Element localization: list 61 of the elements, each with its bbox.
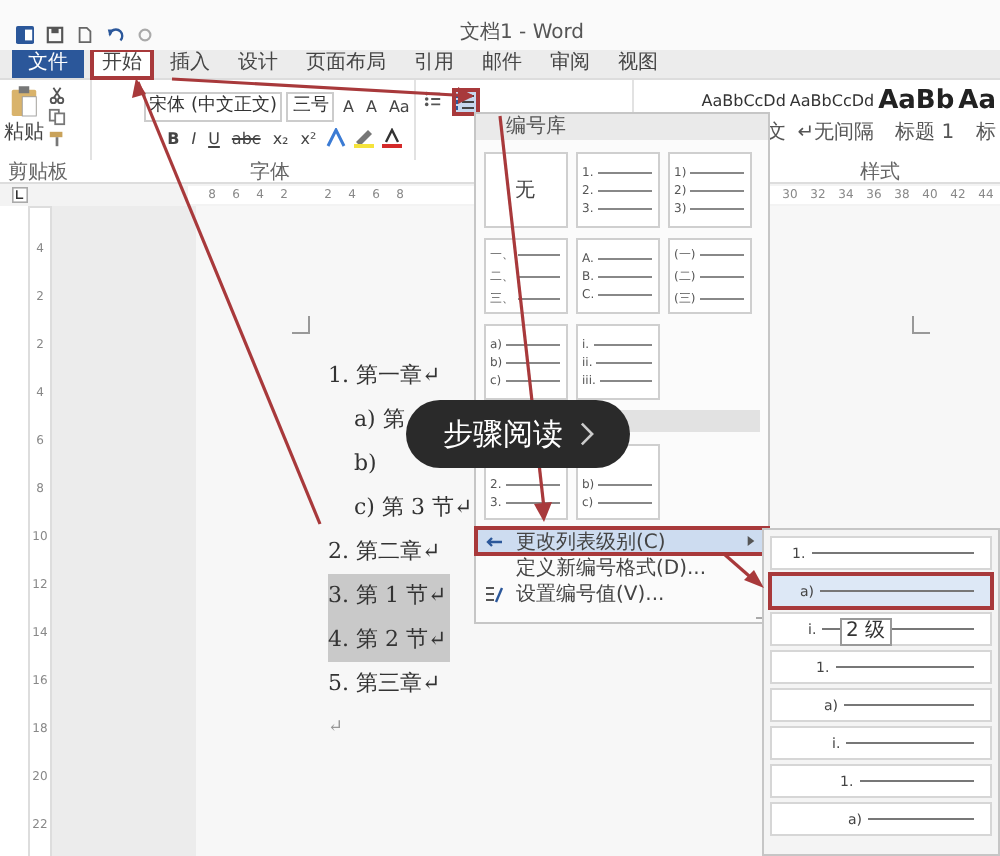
ribbon-tab[interactable]: 插入 [160,50,220,78]
format-button[interactable]: abc [227,129,265,147]
list-item: 5. 第三章↵ [328,668,443,700]
tooltip: 2 级 [840,618,892,646]
ribbon-tab[interactable]: 开始 [92,50,152,78]
ribbon-tab[interactable]: 邮件 [472,50,532,78]
font-name-field[interactable]: 宋体 (中文正文) [143,92,283,122]
dropdown-header: 编号库 [476,114,768,140]
list-item: 2. 第二章↵ [328,536,443,568]
window-title: 文档1 - Word [460,19,585,46]
numbering-value-icon [484,583,504,603]
list-item: 4. 第 2 节↵ [328,618,451,662]
paste-button[interactable]: 粘贴 [4,86,44,154]
chevron-right-icon [579,422,593,446]
style-item[interactable]: Aa 标 [958,86,996,154]
format-button[interactable]: B [163,129,184,147]
numbering-button[interactable] [453,90,478,114]
font-size-field[interactable]: 三号 [286,92,335,122]
font-button[interactable]: Aa [384,98,414,116]
paragraph-mark: ↵ [328,716,346,742]
tab-stop-icon[interactable] [12,186,28,204]
style-item[interactable]: AaBbCcDd ↵无间隔 [789,86,875,154]
list-item: c) 第 3 节↵ [354,492,475,524]
group-label: 字体 [250,159,290,186]
menu-item[interactable]: 更改列表级别(C) [476,528,768,554]
font-button[interactable]: A [361,98,381,116]
format-painter-icon[interactable] [48,130,66,148]
list-item: 1. 第一章↵ [328,360,443,392]
ribbon-tab[interactable]: 页面布局 [296,50,396,78]
document-icon[interactable] [76,26,94,44]
clipboard-icon [10,86,38,118]
format-button[interactable]: x² [296,129,321,147]
list-item: b) [354,448,379,480]
menu-item[interactable]: 设置编号值(V)... [476,580,768,606]
submenu-caret-icon [746,534,756,548]
step-reading-toast[interactable]: 步骤阅读 [406,400,630,468]
highlighter-icon[interactable] [352,128,377,148]
menu-item[interactable]: 定义新编号格式(D)... [476,554,768,580]
format-button[interactable]: x₂ [268,129,293,147]
font-color-icon[interactable] [380,128,405,148]
group-label: 样式 [860,159,900,186]
indent-arrow-icon [484,531,504,551]
ribbon-tab[interactable]: 文件 [12,50,84,78]
format-button[interactable]: I [187,129,201,147]
list-item: a) 第 [354,404,407,436]
copy-icon[interactable] [48,108,66,126]
ribbon-tab[interactable]: 审阅 [540,50,600,78]
ribbon-tab[interactable]: 视图 [608,50,668,78]
format-button[interactable]: U [204,129,224,147]
save-icon[interactable] [46,26,64,44]
list-item: 3. 第 1 节↵ [328,574,451,618]
font-button[interactable]: A [338,98,358,116]
numbering-option[interactable]: 无 [484,152,568,228]
ribbon-tab[interactable]: 引用 [404,50,464,78]
text-effect-icon[interactable] [324,128,349,148]
annotation-arrow [722,552,764,588]
ribbon-tab[interactable]: 设计 [228,50,288,78]
scissors-icon[interactable] [48,86,66,104]
group-label: 剪贴板 [8,159,68,186]
undo-icon[interactable] [106,26,124,44]
style-item[interactable]: AaBb 标题 1 [878,86,955,154]
